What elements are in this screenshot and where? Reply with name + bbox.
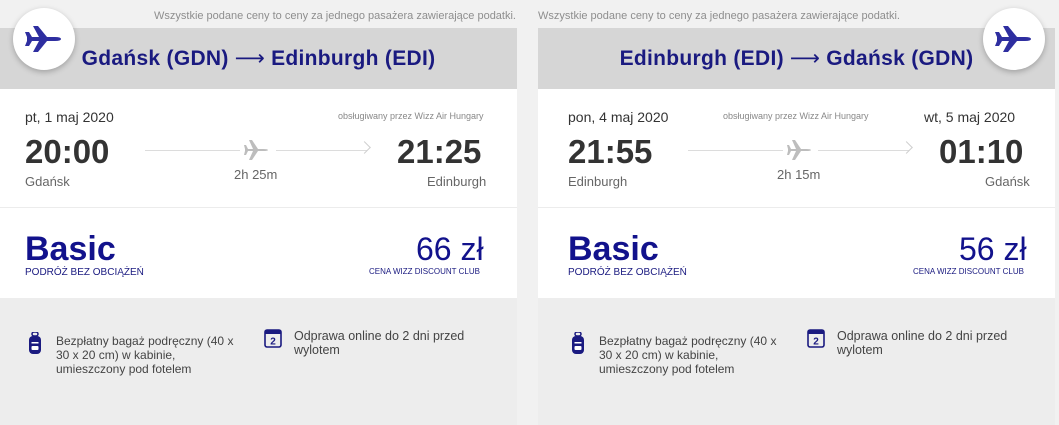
price-notice: Wszystkie podane ceny to ceny za jednego… — [538, 10, 900, 22]
arrival-city: Gdańsk — [985, 174, 1030, 189]
route-title: Edinburgh (EDI) ⟶ Gdańsk (GDN) — [538, 46, 1055, 71]
departure-time: 21:55 — [568, 133, 653, 170]
checkin-days: 2 — [813, 337, 819, 348]
fare-subtitle: PODRÓŻ BEZ OBCIĄŻEŃ — [568, 267, 687, 278]
airplane-icon — [244, 140, 268, 160]
arrival-time: 21:25 — [397, 133, 482, 170]
chevron-right-icon — [900, 141, 913, 154]
airplane-icon — [787, 140, 811, 160]
fare-name: Basic — [25, 230, 116, 268]
arrival-city: Edinburgh — [427, 174, 487, 189]
perk-bag-text: Bezpłatny bagaż podręczny (40 x 30 x 20 … — [599, 334, 777, 376]
departure-date: pt, 1 maj 2020 — [25, 109, 114, 125]
perk-checkin-text: Odprawa online do 2 dni przed wylotem — [294, 329, 465, 357]
flight-card-return[interactable]: Wszystkie podane ceny to ceny za jednego… — [538, 0, 1055, 425]
arrival-time: 01:10 — [939, 133, 1024, 170]
operator-label: obsługiwany przez Wizz Air Hungary — [338, 111, 484, 121]
route-destination: Gdańsk (GDN) — [826, 47, 974, 70]
timeline-line-right — [818, 150, 909, 151]
flight-duration: 2h 15m — [777, 167, 821, 182]
departure-city: Edinburgh — [568, 174, 628, 189]
flight-card-outbound[interactable]: Wszystkie podane ceny to ceny za jednego… — [0, 0, 517, 425]
departure-time: 20:00 — [25, 133, 110, 170]
fare-price: 66 zł — [416, 231, 484, 267]
airplane-icon — [25, 26, 61, 52]
operator-label: obsługiwany przez Wizz Air Hungary — [723, 111, 869, 121]
departure-date: pon, 4 maj 2020 — [568, 109, 669, 125]
airplane-badge — [13, 8, 75, 70]
route-header: Edinburgh (EDI) ⟶ Gdańsk (GDN) — [538, 28, 1055, 89]
price-subtitle: CENA WIZZ DISCOUNT CLUB — [913, 267, 1024, 276]
calendar-icon: 2 — [264, 328, 282, 348]
route-header: Gdańsk (GDN) ⟶ Edinburgh (EDI) — [0, 28, 517, 89]
fare-name: Basic — [568, 230, 659, 268]
flight-times: pon, 4 maj 2020 obsługiwany przez Wizz A… — [538, 89, 1055, 207]
fare-box[interactable]: Basic PODRÓŻ BEZ OBCIĄŻEŃ 56 zł CENA WIZ… — [538, 207, 1055, 299]
arrival-date: wt, 5 maj 2020 — [924, 109, 1016, 125]
perk-checkin-text: Odprawa online do 2 dni przed wylotem — [837, 329, 1008, 357]
fare-price: 56 zł — [959, 231, 1027, 267]
price-subtitle: CENA WIZZ DISCOUNT CLUB — [369, 267, 480, 276]
route-arrow: ⟶ — [789, 47, 821, 70]
route-origin: Edinburgh (EDI) — [619, 47, 784, 70]
backpack-icon — [29, 332, 41, 354]
fare-box[interactable]: Basic PODRÓŻ BEZ OBCIĄŻEŃ 66 zł CENA WIZ… — [0, 207, 517, 299]
airplane-badge — [983, 8, 1045, 70]
route-arrow: ⟶ — [234, 47, 266, 70]
flight-duration: 2h 25m — [234, 167, 278, 182]
timeline-line-right — [276, 150, 367, 151]
price-notice: Wszystkie podane ceny to ceny za jednego… — [154, 10, 516, 22]
route-destination: Edinburgh (EDI) — [271, 47, 436, 70]
flight-times: pt, 1 maj 2020 obsługiwany przez Wizz Ai… — [0, 89, 517, 207]
backpack-icon — [572, 332, 584, 354]
fare-perks: Bezpłatny bagaż podręczny (40 x 30 x 20 … — [0, 298, 517, 425]
departure-city: Gdańsk — [25, 174, 70, 189]
checkin-days: 2 — [270, 337, 276, 348]
route-origin: Gdańsk (GDN) — [81, 47, 229, 70]
route-title: Gdańsk (GDN) ⟶ Edinburgh (EDI) — [0, 46, 517, 71]
timeline-line-left — [688, 150, 783, 151]
perk-bag-text: Bezpłatny bagaż podręczny (40 x 30 x 20 … — [56, 334, 234, 376]
chevron-right-icon — [358, 141, 371, 154]
airplane-icon — [995, 26, 1031, 52]
calendar-icon: 2 — [807, 328, 825, 348]
fare-subtitle: PODRÓŻ BEZ OBCIĄŻEŃ — [25, 267, 144, 278]
fare-perks: Bezpłatny bagaż podręczny (40 x 30 x 20 … — [538, 298, 1055, 425]
timeline-line-left — [145, 150, 240, 151]
